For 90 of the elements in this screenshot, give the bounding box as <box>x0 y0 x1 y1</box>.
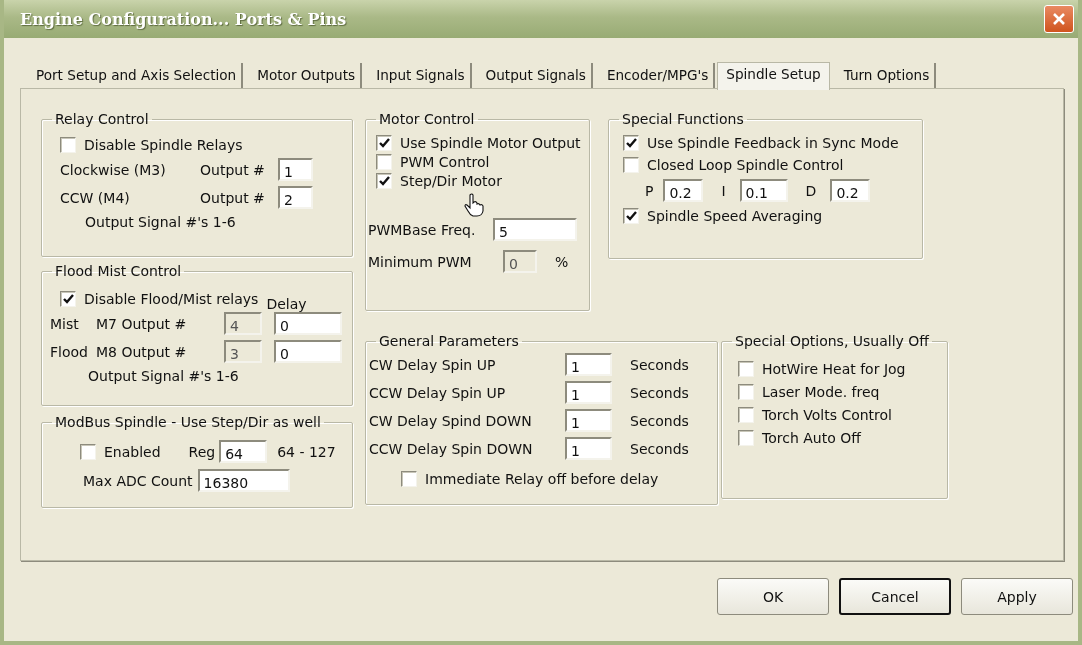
checkbox[interactable] <box>80 443 96 460</box>
group-title: Motor Control <box>379 111 475 127</box>
hand-cursor-icon <box>464 193 484 217</box>
label-text: Max ADC Count <box>83 472 193 489</box>
label-text: M8 Output # <box>96 343 188 360</box>
input-field[interactable]: 1 <box>278 158 313 181</box>
dialog-button[interactable]: Cancel <box>839 578 951 615</box>
label-text: Output # <box>200 161 266 178</box>
label-text: Mist <box>50 315 80 332</box>
input-field[interactable]: 0.2 <box>663 179 704 202</box>
label-text: M7 Output # <box>96 315 188 332</box>
checkbox-label: Spindle Speed Averaging <box>647 208 823 224</box>
checkbox[interactable] <box>60 137 76 153</box>
tab[interactable]: Spindle Setup <box>717 62 830 90</box>
input-field[interactable]: 1 <box>565 381 612 404</box>
close-icon[interactable] <box>1044 5 1074 33</box>
checkbox[interactable] <box>60 291 76 307</box>
checkbox-label: PWM Control <box>400 154 490 170</box>
label-text: I <box>721 182 726 199</box>
label-text: CCW (M4) <box>60 189 131 206</box>
unit-text: Seconds <box>630 356 689 373</box>
input-field[interactable]: 0.1 <box>739 179 788 202</box>
input-field[interactable]: 1 <box>565 437 612 460</box>
checkbox-label: Step/Dir Motor <box>400 173 502 189</box>
group-title: General Parameters <box>379 333 519 349</box>
label-text: 64 - 127 <box>277 443 336 460</box>
group-title: ModBus Spindle - Use Step/Dir as well <box>55 414 321 430</box>
checkbox-label: Laser Mode. freq <box>762 384 880 400</box>
checkbox-label: Disable Spindle Relays <box>84 137 243 153</box>
checkbox[interactable] <box>738 384 754 400</box>
checkbox-label: Torch Volts Control <box>762 407 892 423</box>
checkbox[interactable] <box>623 157 639 173</box>
group-title: Special Functions <box>622 111 744 127</box>
label-text: P <box>645 182 654 199</box>
checkbox[interactable] <box>376 154 392 170</box>
dialog-button[interactable]: Apply <box>961 578 1073 615</box>
input-field[interactable]: 1 <box>565 353 612 376</box>
input-field[interactable]: 0 <box>274 312 342 335</box>
input-field[interactable]: 2 <box>278 186 313 209</box>
unit-text: Seconds <box>630 440 689 457</box>
tab[interactable]: Turn Options <box>831 63 937 88</box>
input-field[interactable]: 16380 <box>197 469 290 492</box>
group-title: Relay Control <box>55 111 149 127</box>
checkbox[interactable] <box>376 135 392 151</box>
input-field[interactable]: 0 <box>274 340 342 363</box>
input-field[interactable]: 5 <box>493 218 577 241</box>
label-text: Minimum PWM <box>368 253 473 270</box>
checkbox[interactable] <box>738 407 754 423</box>
checkbox[interactable] <box>738 361 754 377</box>
checkbox-label: Torch Auto Off <box>762 430 861 446</box>
checkbox-label: Use Spindle Feedback in Sync Mode <box>647 135 899 151</box>
note-text: Output Signal #'s 1-6 <box>87 368 239 384</box>
label-text: Reg <box>188 443 216 460</box>
checkbox-label: Immediate Relay off before delay <box>425 471 659 487</box>
label-text: Flood <box>50 343 89 360</box>
unit-text: % <box>555 253 569 270</box>
window-title: Engine Configuration... Ports & Pins <box>20 9 347 29</box>
label-text: Delay <box>266 296 307 312</box>
tab[interactable]: Port Setup and Axis Selection <box>24 63 244 88</box>
tab[interactable]: Motor Outputs <box>245 63 363 88</box>
label-text: PWMBase Freq. <box>368 221 477 238</box>
note-text: Output Signal #'s 1-6 <box>84 214 236 230</box>
checkbox[interactable] <box>623 208 639 224</box>
label-text: CW Delay Spind DOWN <box>369 412 533 429</box>
label-text: CCW Delay Spin DOWN <box>369 440 534 457</box>
input-field[interactable]: 0.2 <box>830 179 871 202</box>
checkbox[interactable] <box>623 135 639 151</box>
unit-text: Seconds <box>630 384 689 401</box>
checkbox[interactable] <box>738 430 754 446</box>
label-text: CW Delay Spin UP <box>369 356 497 373</box>
checkbox-label: Closed Loop Spindle Control <box>647 157 844 173</box>
checkbox-label: Enabled <box>104 443 161 460</box>
input-field[interactable]: 1 <box>565 409 612 432</box>
dialog-button[interactable]: OK <box>717 578 829 615</box>
checkbox-label: Disable Flood/Mist relays <box>84 291 259 307</box>
checkbox-label: Use Spindle Motor Output <box>400 135 581 151</box>
label-text: CCW Delay Spin UP <box>369 384 507 401</box>
input-field[interactable]: 64 <box>219 440 268 463</box>
label-text: Clockwise (M3) <box>60 161 167 178</box>
group-title: Special Options, Usually Off <box>735 333 929 349</box>
group-title: Flood Mist Control <box>55 263 182 279</box>
checkbox[interactable] <box>401 471 417 487</box>
checkbox-label: HotWire Heat for Jog <box>762 361 906 377</box>
checkbox[interactable] <box>376 173 392 189</box>
unit-text: Seconds <box>630 412 689 429</box>
label-text: Output # <box>200 189 266 206</box>
label-text: D <box>805 182 817 199</box>
tab[interactable]: Input Signals <box>364 63 472 88</box>
tab[interactable]: Output Signals <box>473 63 593 88</box>
tab[interactable]: Encoder/MPG's <box>594 63 716 88</box>
